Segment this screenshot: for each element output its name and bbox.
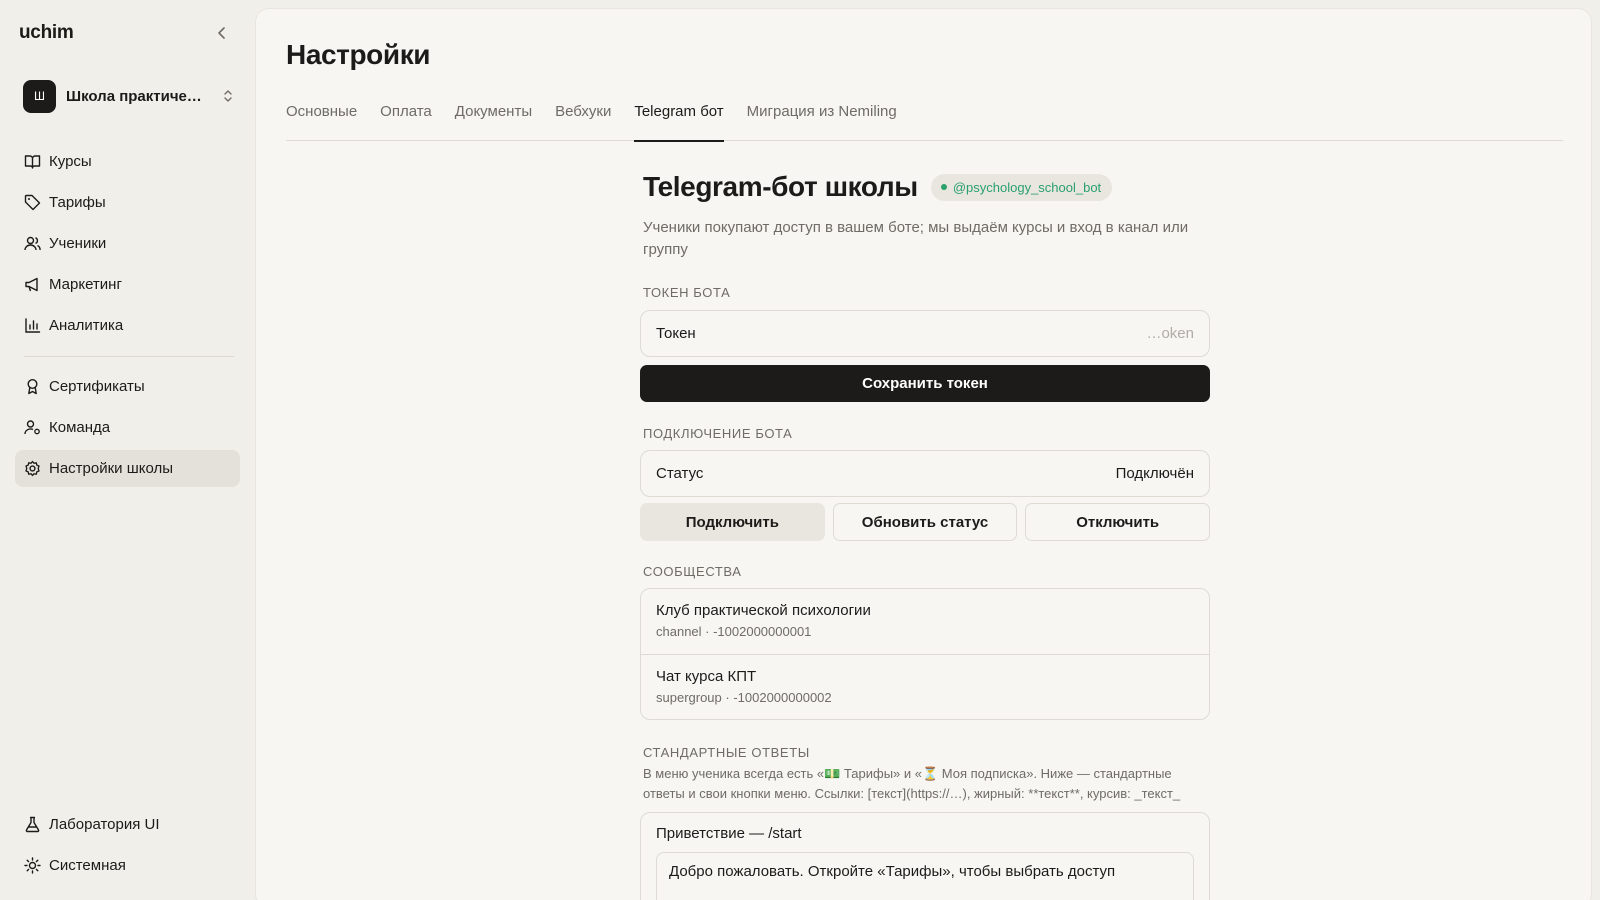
status-label: Статус [656, 465, 704, 482]
tab-payment[interactable]: Оплата [380, 99, 432, 141]
sidebar-divider [24, 356, 234, 357]
tab-webhooks[interactable]: Вебхуки [555, 99, 611, 141]
connection-section-label: Подключение бота [643, 426, 793, 441]
flask-icon [24, 816, 41, 833]
sidebar-item-label: Тарифы [49, 194, 106, 211]
save-token-button[interactable]: Сохранить токен [640, 365, 1210, 402]
app-logo: uchim [19, 22, 74, 43]
sidebar-item-analytics[interactable]: Аналитика [15, 307, 240, 344]
token-section-label: Токен бота [643, 285, 731, 300]
connect-button[interactable]: Подключить [640, 503, 825, 541]
megaphone-icon [24, 276, 41, 293]
sidebar-item-label: Маркетинг [49, 276, 122, 293]
status-dot-icon [940, 184, 947, 190]
sidebar-item-label: Системная [49, 857, 126, 874]
sidebar-item-students[interactable]: Ученики [15, 225, 240, 262]
status-value: Подключён [1115, 465, 1194, 482]
bot-username-badge: @psychology_school_bot [930, 173, 1113, 201]
communities-section-label: Сообщества [643, 564, 742, 579]
book-icon [24, 153, 41, 170]
chevrons-up-down-icon [221, 87, 235, 105]
greeting-answer-card: Приветствие — /start Добро пожаловать. О… [640, 812, 1210, 900]
award-icon [24, 378, 41, 395]
greeting-textarea[interactable]: Добро пожаловать. Откройте «Тарифы», что… [656, 852, 1194, 900]
sidebar-item-theme[interactable]: Системная [15, 847, 240, 884]
greeting-title: Приветствие — /start [656, 825, 802, 842]
tab-general[interactable]: Основные [286, 99, 357, 141]
tag-icon [24, 194, 41, 211]
connection-actions: Подключить Обновить статус Отключить [640, 503, 1211, 541]
settings-tabs: Основные Оплата Документы Вебхуки Telegr… [286, 99, 1563, 142]
answers-section-label: Стандартные ответы [643, 745, 810, 760]
sidebar-bottom-nav: Лаборатория UI Системная [15, 806, 240, 888]
user-cog-icon [24, 419, 41, 436]
answers-hint: В меню ученика всегда есть «💵 Тарифы» и … [643, 766, 1181, 801]
school-name: Школа практической психологии [66, 87, 210, 105]
users-icon [24, 235, 41, 252]
sidebar-item-ui-lab[interactable]: Лаборатория UI [15, 806, 240, 843]
list-item[interactable]: Чат курса КПТ supergroup · -100200000000… [641, 654, 1209, 719]
sidebar-nav-secondary: Сертификаты Команда Настройки школы [15, 368, 240, 491]
chevron-left-icon [218, 27, 225, 39]
sidebar-item-marketing[interactable]: Маркетинг [15, 266, 240, 303]
sidebar: uchim Ш Школа практической психологии Ку… [0, 0, 255, 900]
bot-section-title: Telegram-бот школы [643, 171, 918, 202]
sidebar-item-label: Лаборатория UI [49, 816, 160, 833]
bot-header: Telegram-бот школы @psychology_school_bo… [640, 169, 1210, 205]
sidebar-item-school-settings[interactable]: Настройки школы [15, 450, 240, 487]
community-meta: supergroup · -1002000000002 [656, 690, 832, 705]
collapse-sidebar-button[interactable] [213, 24, 231, 42]
token-label: Токен [656, 325, 696, 342]
main-panel: Настройки Основные Оплата Документы Вебх… [255, 8, 1592, 900]
sidebar-item-tariffs[interactable]: Тарифы [15, 184, 240, 221]
school-switcher[interactable]: Ш Школа практической психологии [23, 79, 235, 113]
disconnect-button[interactable]: Отключить [1025, 503, 1211, 541]
bar-chart-icon [24, 317, 41, 334]
telegram-bot-settings: Telegram-бот школы @psychology_school_bo… [640, 169, 1211, 900]
bot-description: Ученики покупают доступ в вашем боте; мы… [643, 219, 1189, 258]
school-avatar: Ш [23, 79, 56, 113]
sidebar-nav: Курсы Тарифы Ученики Маркетинг Аналитика [15, 143, 240, 348]
token-field: Токен [640, 310, 1210, 357]
sidebar-header: uchim [19, 20, 231, 46]
sidebar-item-courses[interactable]: Курсы [15, 143, 240, 180]
communities-list: Клуб практической психологии channel · -… [640, 588, 1210, 720]
sidebar-item-label: Аналитика [49, 317, 124, 334]
page-title: Настройки [286, 39, 431, 70]
community-title: Чат курса КПТ [656, 668, 757, 685]
sun-icon [24, 857, 41, 874]
token-input[interactable] [994, 325, 1194, 342]
status-field: Статус Подключён [640, 450, 1210, 497]
gear-icon [24, 460, 41, 477]
sidebar-item-label: Курсы [49, 153, 92, 170]
community-meta: channel · -1002000000001 [656, 624, 812, 639]
community-title: Клуб практической психологии [656, 602, 871, 619]
sidebar-item-label: Ученики [49, 235, 107, 252]
sidebar-item-team[interactable]: Команда [15, 409, 240, 446]
list-item[interactable]: Клуб практической психологии channel · -… [641, 589, 1209, 654]
sidebar-item-certificates[interactable]: Сертификаты [15, 368, 240, 405]
tab-documents[interactable]: Документы [455, 99, 532, 141]
sidebar-item-label: Команда [49, 419, 111, 436]
bot-username: @psychology_school_bot [952, 179, 1102, 195]
tab-telegram-bot[interactable]: Telegram бот [634, 99, 725, 142]
sidebar-item-label: Сертификаты [49, 378, 145, 395]
refresh-status-button[interactable]: Обновить статус [832, 503, 1018, 541]
tab-migration[interactable]: Миграция из Nemiling [747, 99, 897, 141]
sidebar-item-label: Настройки школы [49, 460, 174, 477]
